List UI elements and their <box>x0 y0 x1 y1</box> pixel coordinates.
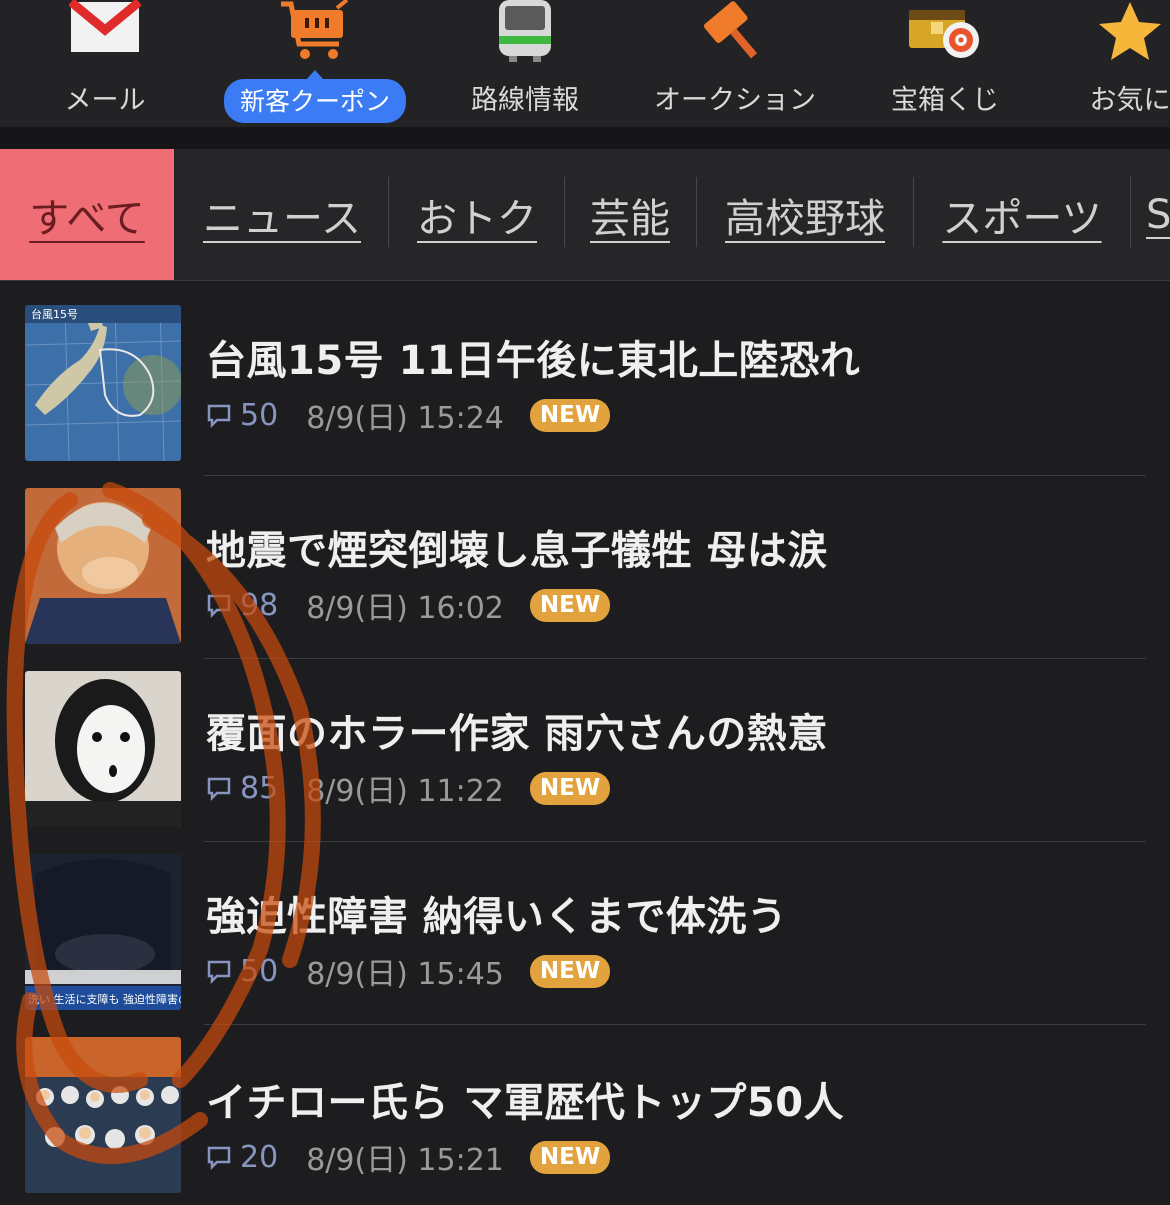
article-title[interactable]: 強迫性障害 納得いくまで体洗う <box>206 884 787 942</box>
comment-count: 50 <box>240 397 279 433</box>
thumb-caption: 台風15号 <box>31 307 78 321</box>
comment-icon <box>207 777 231 801</box>
tab-divider <box>1130 177 1131 247</box>
article-title[interactable]: イチロー氏ら マ軍歴代トップ50人 <box>206 1070 844 1128</box>
article-meta: 20 8/9(日) 15:21 NEW <box>206 1135 611 1179</box>
app-favorites[interactable]: お気に <box>1030 0 1170 127</box>
comment-icon <box>207 960 231 984</box>
app-treasure-lottery[interactable]: 宝箱くじ <box>845 0 1045 127</box>
article-thumbnail <box>25 671 181 827</box>
new-badge: NEW <box>529 1140 611 1174</box>
app-label: メール <box>64 85 146 116</box>
article-meta: 85 8/9(日) 11:22 NEW <box>206 766 611 810</box>
app-label: お気に <box>1089 85 1170 116</box>
tab-deals[interactable]: おトク <box>402 149 552 280</box>
treasure-chest-icon <box>909 10 979 58</box>
news-broadcast-image: 洗い 生活に支障も 強迫性障害の <box>25 854 181 1010</box>
app-shortcut-bar: メール 新客クーポン 路線情報 オークション 宝箱くじ お気に <box>0 0 1170 127</box>
article-meta: 50 8/9(日) 15:45 NEW <box>206 949 611 993</box>
comment-count: 50 <box>240 953 279 989</box>
article-date: 8/9(日) 16:02 <box>306 591 504 626</box>
article-item[interactable]: イチロー氏ら マ軍歴代トップ50人 20 8/9(日) 15:21 NEW <box>0 1025 1170 1205</box>
article-item[interactable]: 覆面のホラー作家 雨穴さんの熱意 85 8/9(日) 11:22 NEW <box>0 659 1170 839</box>
comment-count: 98 <box>240 587 279 623</box>
grieving-mother-image <box>25 488 181 644</box>
article-date: 8/9(日) 15:45 <box>306 957 504 992</box>
train-icon <box>499 0 551 62</box>
article-title[interactable]: 地震で煙突倒壊し息子犠牲 母は涙 <box>206 518 828 576</box>
article-meta: 50 8/9(日) 15:24 NEW <box>206 393 611 437</box>
tab-divider <box>388 177 389 247</box>
new-badge: NEW <box>529 398 611 432</box>
app-label: オークション <box>654 85 816 116</box>
article-date: 8/9(日) 11:22 <box>306 774 504 809</box>
article-item[interactable]: 地震で煙突倒壊し息子犠牲 母は涙 98 8/9(日) 16:02 NEW <box>0 476 1170 656</box>
tab-sports[interactable]: スポーツ <box>928 149 1116 280</box>
app-auction[interactable]: オークション <box>635 0 835 127</box>
article-meta: 98 8/9(日) 16:02 NEW <box>206 583 611 627</box>
tab-next-partial[interactable]: S <box>1146 149 1170 280</box>
article-date: 8/9(日) 15:21 <box>306 1143 504 1178</box>
article-thumbnail: 台風15号 <box>25 305 181 461</box>
category-tabs: すべて ニュース おトク 芸能 高校野球 スポーツ S <box>0 149 1170 281</box>
tab-entertainment[interactable]: 芸能 <box>578 149 682 280</box>
comment-count: 20 <box>240 1139 279 1175</box>
tab-divider <box>696 177 697 247</box>
tab-divider <box>913 177 914 247</box>
typhoon-map-image: 台風15号 <box>25 305 181 461</box>
app-coupon[interactable]: 新客クーポン <box>215 0 415 127</box>
article-title[interactable]: 台風15号 11日午後に東北上陸恐れ <box>206 328 860 386</box>
comment-count: 85 <box>240 770 279 806</box>
star-icon <box>1099 2 1161 60</box>
masked-writer-image <box>25 671 181 827</box>
new-badge: NEW <box>529 771 611 805</box>
new-badge: NEW <box>529 588 611 622</box>
article-date: 8/9(日) 15:24 <box>306 401 504 436</box>
tab-all[interactable]: すべて <box>0 149 174 280</box>
tab-news[interactable]: ニュース <box>190 149 374 280</box>
comment-icon <box>207 594 231 618</box>
tab-divider <box>564 177 565 247</box>
cart-icon <box>281 0 349 59</box>
article-thumbnail <box>25 488 181 644</box>
new-badge: NEW <box>529 954 611 988</box>
article-thumbnail: 洗い 生活に支障も 強迫性障害の <box>25 854 181 1010</box>
app-label: 宝箱くじ <box>891 85 999 116</box>
section-gap <box>0 127 1170 149</box>
coupon-pill: 新客クーポン <box>223 70 406 123</box>
app-mail[interactable]: メール <box>5 0 205 127</box>
article-item[interactable]: 台風15号 台風15号 11日午後に東北上陸恐れ 50 8/9(日) 15:24… <box>0 290 1170 470</box>
article-item[interactable]: 洗い 生活に支障も 強迫性障害の 強迫性障害 納得いくまで体洗う 50 8/9(… <box>0 842 1170 1022</box>
tab-high-school-baseball[interactable]: 高校野球 <box>710 149 900 280</box>
app-train-info[interactable]: 路線情報 <box>425 0 625 127</box>
comment-icon <box>207 1146 231 1170</box>
article-title[interactable]: 覆面のホラー作家 雨穴さんの熱意 <box>206 701 828 759</box>
thumb-caption: 洗い 生活に支障も 強迫性障害の <box>28 992 181 1006</box>
app-label: 路線情報 <box>471 85 579 116</box>
mail-icon <box>69 0 141 52</box>
comment-icon <box>207 404 231 428</box>
gavel-icon <box>703 1 758 59</box>
